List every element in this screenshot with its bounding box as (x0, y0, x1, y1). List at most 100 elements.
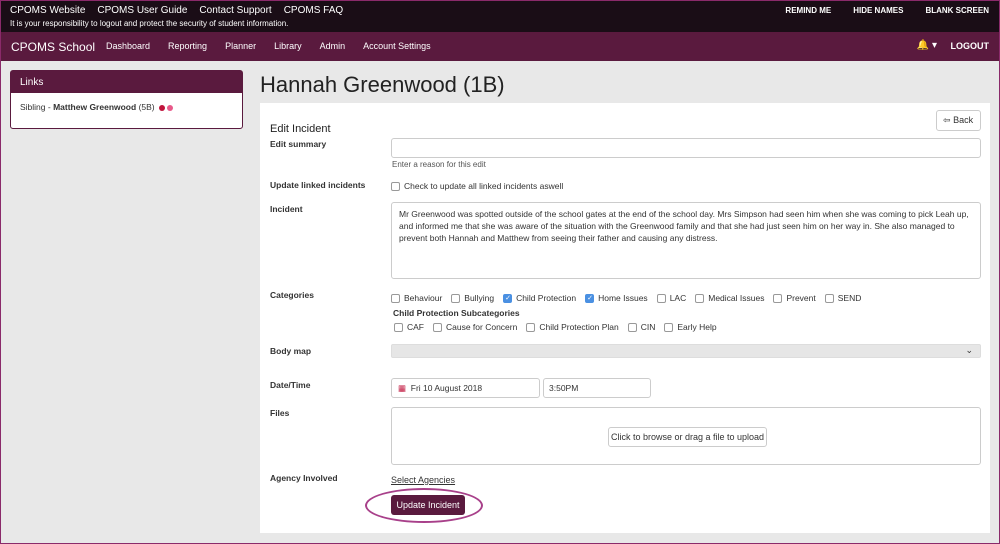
calendar-icon: ▦ (398, 383, 407, 393)
subcategories-title: Child Protection Subcategories (393, 308, 520, 318)
security-notice: It is your responsibility to logout and … (10, 19, 289, 28)
sibling-name-link[interactable]: Matthew Greenwood (53, 102, 136, 112)
notifications-bell-icon[interactable]: 🔔 ▾ (917, 40, 937, 51)
category-checkbox[interactable] (503, 293, 513, 303)
category-checkbox[interactable] (695, 293, 705, 303)
nav-dashboard[interactable]: Dashboard (106, 41, 150, 51)
nav-menu: Dashboard Reporting Planner Library Admi… (106, 41, 431, 51)
subcategory-label: Cause for Concern (446, 322, 518, 332)
category-label: Behaviour (404, 293, 443, 303)
category-label: Child Protection (516, 293, 577, 303)
nav-planner[interactable]: Planner (225, 41, 256, 51)
logout-button[interactable]: LOGOUT (951, 41, 990, 51)
time-input[interactable]: 3:50PM (543, 378, 651, 398)
category-checkbox[interactable] (824, 293, 834, 303)
subcategory-option[interactable]: Child Protection Plan (526, 322, 619, 332)
sibling-link-row: Sibling - Matthew Greenwood (5B) (11, 93, 242, 121)
subcategory-option[interactable]: Early Help (664, 322, 717, 332)
faq-link[interactable]: CPOMS FAQ (284, 5, 343, 16)
nav-reporting[interactable]: Reporting (168, 41, 207, 51)
category-checkbox[interactable] (391, 293, 400, 303)
linked-incidents-row: Check to update all linked incidents asw… (391, 181, 563, 191)
agency-label: Agency Involved (270, 473, 338, 483)
linked-incidents-checkbox[interactable] (391, 181, 400, 191)
linked-incidents-text: Check to update all linked incidents asw… (404, 181, 564, 191)
subcategory-checkbox[interactable] (394, 322, 403, 332)
category-checkbox[interactable] (773, 293, 783, 303)
date-input[interactable]: ▦ Fri 10 August 2018 (391, 378, 540, 398)
edit-summary-label: Edit summary (270, 139, 327, 149)
links-panel-title: Links (11, 71, 242, 93)
back-button[interactable]: ⇦ Back (936, 110, 981, 131)
linked-incidents-label: Update linked incidents (270, 180, 366, 190)
top-bar: CPOMS Website CPOMS User Guide Contact S… (1, 1, 999, 32)
category-label: Bullying (464, 293, 495, 303)
sibling-prefix: Sibling - (20, 102, 54, 112)
brand-logo[interactable]: CPOMS School (11, 40, 95, 54)
upload-button[interactable]: Click to browse or drag a file to upload (608, 427, 767, 447)
categories-label: Categories (270, 290, 314, 300)
category-option[interactable]: LAC (656, 293, 687, 303)
nav-admin[interactable]: Admin (320, 41, 346, 51)
category-label: SEND (837, 293, 862, 303)
body-map-select[interactable]: ⌄ (391, 344, 981, 358)
update-incident-button[interactable]: Update Incident (391, 495, 465, 515)
contact-support-link[interactable]: Contact Support (199, 5, 271, 16)
category-label: LAC (669, 293, 687, 303)
incident-textarea[interactable]: Mr Greenwood was spotted outside of the … (391, 202, 981, 279)
file-dropzone[interactable]: Click to browse or drag a file to upload (391, 407, 981, 465)
edit-incident-panel: ⇦ Back Edit Incident Edit summary Enter … (260, 103, 990, 533)
back-label: Back (953, 115, 974, 125)
subcategory-label: Child Protection Plan (539, 322, 619, 332)
remind-me-button[interactable]: REMIND ME (785, 6, 831, 15)
category-option[interactable]: SEND (824, 293, 862, 303)
subcategory-checkbox[interactable] (433, 322, 442, 332)
datetime-label: Date/Time (270, 380, 311, 390)
category-checkbox[interactable] (585, 293, 595, 303)
edit-summary-input[interactable] (391, 138, 981, 158)
select-agencies-link[interactable]: Select Agencies (391, 475, 455, 485)
categories-row: Behaviour Bullying Child Protection Home Is… (391, 293, 861, 303)
alert-dot-icon (167, 104, 173, 111)
subcategory-option[interactable]: CAF (394, 322, 424, 332)
subcategory-option[interactable]: CIN (627, 322, 656, 332)
date-value: Fri 10 August 2018 (410, 383, 483, 393)
category-option[interactable]: Behaviour (391, 293, 442, 303)
page-title: Hannah Greenwood (1B) (260, 72, 505, 97)
category-option[interactable]: Prevent (773, 293, 816, 303)
main-navbar: CPOMS School Dashboard Reporting Planner… (1, 32, 999, 61)
top-links: CPOMS Website CPOMS User Guide Contact S… (10, 5, 343, 16)
subcategory-checkbox[interactable] (526, 322, 536, 332)
nav-library[interactable]: Library (274, 41, 302, 51)
nav-account-settings[interactable]: Account Settings (363, 41, 431, 51)
category-option[interactable]: Child Protection (503, 293, 576, 303)
subcategory-label: CIN (640, 322, 656, 332)
category-checkbox[interactable] (451, 293, 461, 303)
chevron-down-icon: ⌄ (965, 345, 973, 355)
blank-screen-button[interactable]: BLANK SCREEN (925, 6, 989, 15)
subcategory-option[interactable]: Cause for Concern (433, 322, 517, 332)
alert-dot-icon (159, 104, 165, 111)
top-actions: REMIND ME HIDE NAMES BLANK SCREEN (785, 6, 989, 15)
files-label: Files (270, 408, 290, 418)
category-checkbox[interactable] (656, 293, 666, 303)
hide-names-button[interactable]: HIDE NAMES (853, 6, 903, 15)
form-title: Edit Incident (270, 123, 331, 135)
category-option[interactable]: Home Issues (585, 293, 648, 303)
category-label: Prevent (786, 293, 816, 303)
user-guide-link[interactable]: CPOMS User Guide (97, 5, 187, 16)
subcategory-label: Early Help (677, 322, 717, 332)
subcategories-row: CAF Cause for Concern Child Protection Pla… (394, 322, 717, 332)
subcategory-checkbox[interactable] (627, 322, 637, 332)
body-map-label: Body map (270, 346, 312, 356)
edit-summary-help: Enter a reason for this edit (392, 160, 486, 169)
category-option[interactable]: Medical Issues (695, 293, 764, 303)
cpoms-website-link[interactable]: CPOMS Website (10, 5, 85, 16)
category-label: Medical Issues (708, 293, 765, 303)
category-option[interactable]: Bullying (451, 293, 494, 303)
sibling-class: (5B) (136, 102, 155, 112)
incident-label: Incident (270, 204, 303, 214)
back-arrow-icon: ⇦ (943, 115, 951, 125)
subcategory-checkbox[interactable] (664, 322, 674, 332)
subcategory-label: CAF (407, 322, 424, 332)
